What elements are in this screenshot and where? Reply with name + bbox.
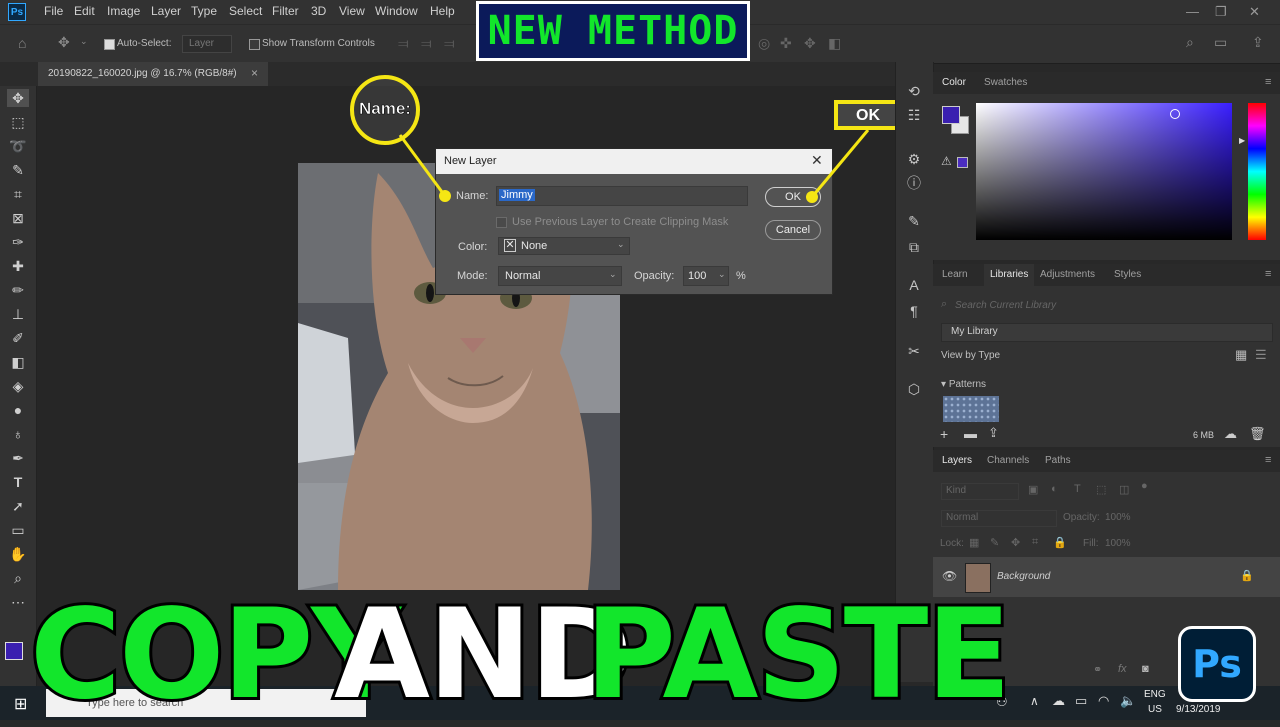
windows-start-icon[interactable]: ⊞: [14, 694, 27, 714]
library-search-input[interactable]: Search Current Library: [955, 300, 1056, 311]
character-panel-icon[interactable]: A: [905, 276, 923, 294]
library-dropdown[interactable]: My Library: [941, 323, 1273, 342]
layer-mask-icon[interactable]: ◙: [1142, 663, 1149, 675]
paragraph-panel-icon[interactable]: ¶: [905, 302, 923, 320]
tab-paths[interactable]: Paths: [1045, 450, 1071, 472]
tab-learn[interactable]: Learn: [942, 264, 968, 286]
brush-settings-icon[interactable]: ⧉: [905, 238, 923, 256]
grid-view-icon[interactable]: ▦: [1235, 347, 1247, 363]
tool-presets-icon[interactable]: ✂: [905, 342, 923, 360]
layer-lock-icon: 🔒: [1240, 570, 1254, 582]
ok-callout-dot: [806, 191, 818, 203]
pattern-thumbnail[interactable]: [943, 396, 999, 422]
cloud-icon[interactable]: ☁: [1224, 426, 1237, 442]
fill-label: Fill:: [1083, 538, 1099, 549]
libraries-panel-tabs: Learn Libraries Adjustments Styles ≡: [933, 264, 1280, 286]
upload-icon[interactable]: ⇪: [988, 425, 999, 441]
lock-position-icon[interactable]: ✥: [1011, 536, 1020, 549]
shape-filter-icon[interactable]: ⬚: [1096, 483, 1106, 496]
lock-transparent-icon[interactable]: ▦: [969, 536, 979, 549]
wifi-icon[interactable]: ◠: [1098, 693, 1109, 709]
layers-panel-tabs: Layers Channels Paths ≡: [933, 450, 1280, 472]
panel-menu-icon[interactable]: ≡: [1265, 76, 1271, 88]
3d-panel-icon[interactable]: ⬡: [905, 380, 923, 398]
filter-toggle-icon[interactable]: ●: [1141, 480, 1148, 492]
language-code[interactable]: ENG: [1144, 689, 1166, 700]
trash-icon[interactable]: 🗑: [1249, 426, 1266, 442]
view-by-type-dropdown[interactable]: View by Type: [941, 350, 1000, 361]
tab-layers[interactable]: Layers: [942, 450, 972, 472]
fill-value[interactable]: 100%: [1105, 538, 1131, 549]
history-panel-icon[interactable]: ⟲: [905, 82, 923, 100]
tab-channels[interactable]: Channels: [987, 450, 1029, 472]
overlay-word-paste: PASTE: [582, 583, 1014, 727]
visibility-eye-icon[interactable]: 👁: [942, 569, 957, 583]
pixel-filter-icon[interactable]: ▣: [1028, 483, 1038, 496]
photoshop-logo: Ps: [1178, 626, 1256, 702]
lock-label: Lock:: [940, 538, 964, 549]
patterns-label-text: Patterns: [948, 379, 987, 390]
lock-artboard-icon[interactable]: ⌗: [1032, 536, 1038, 549]
hue-slider[interactable]: [1248, 103, 1266, 240]
brush-panel-icon[interactable]: ✎: [905, 212, 923, 230]
patterns-label: ▾ Patterns: [941, 379, 987, 390]
type-filter-icon[interactable]: T: [1074, 483, 1081, 495]
info-panel-icon[interactable]: ⓘ: [905, 174, 923, 192]
link-layers-icon[interactable]: ⚭: [1093, 663, 1102, 676]
layers-opacity-label: Opacity:: [1063, 512, 1100, 523]
search-icon: ⌕: [941, 298, 948, 310]
lock-all-icon[interactable]: 🔒: [1053, 536, 1067, 549]
name-callout-circle: Name:: [350, 75, 420, 145]
volume-icon[interactable]: 🔈: [1120, 693, 1136, 709]
tab-libraries[interactable]: Libraries: [984, 264, 1035, 286]
layers-opacity-value[interactable]: 100%: [1105, 512, 1131, 523]
blend-mode-value: Normal: [946, 512, 979, 523]
panel-menu-icon[interactable]: ≡: [1265, 268, 1271, 280]
properties-panel-icon[interactable]: ☷: [905, 106, 923, 124]
color-picker-cursor[interactable]: [1170, 109, 1180, 119]
color-panel-tabs: Color Swatches ≡: [933, 72, 1280, 94]
onedrive-icon[interactable]: ☁: [1052, 693, 1065, 709]
smart-object-filter-icon[interactable]: ◫: [1119, 483, 1129, 496]
battery-icon[interactable]: ▭: [1075, 693, 1087, 709]
foreground-color-swatch[interactable]: [942, 106, 960, 124]
fx-icon[interactable]: fx: [1118, 663, 1127, 675]
name-callout-dot: [439, 190, 451, 202]
ok-callout-box: OK: [834, 100, 904, 130]
panel-menu-icon[interactable]: ≡: [1265, 454, 1271, 466]
blend-mode-dropdown[interactable]: Normal: [941, 510, 1057, 527]
filter-kind: Kind: [946, 485, 967, 496]
new-method-banner: NEW METHOD: [476, 1, 750, 61]
library-name: My Library: [951, 326, 998, 337]
language-region[interactable]: US: [1148, 704, 1162, 715]
tab-color[interactable]: Color: [942, 72, 966, 94]
layer-name: Background: [997, 571, 1051, 582]
name-callout-text: Name:: [359, 99, 411, 119]
tab-styles[interactable]: Styles: [1114, 264, 1141, 286]
tab-adjustments[interactable]: Adjustments: [1040, 264, 1095, 286]
ok-callout-text: OK: [856, 107, 880, 124]
adjustment-filter-icon[interactable]: ◐: [1051, 483, 1058, 495]
add-icon[interactable]: +: [940, 426, 948, 442]
lock-pixels-icon[interactable]: ✎: [990, 536, 999, 549]
list-view-icon[interactable]: ☰: [1255, 347, 1267, 363]
color-panel: Color Swatches ≡ ⚠ ▶: [933, 72, 1280, 260]
layer-filter-dropdown[interactable]: Kind: [941, 483, 1019, 500]
color-field[interactable]: [976, 103, 1232, 240]
libraries-panel: Learn Libraries Adjustments Styles ≡ ⌕ S…: [933, 264, 1280, 447]
taskbar-date[interactable]: 9/13/2019: [1176, 704, 1221, 715]
adjustments-panel-icon[interactable]: ⚙: [905, 150, 923, 168]
web-safe-swatch[interactable]: [957, 157, 968, 168]
tab-swatches[interactable]: Swatches: [984, 72, 1027, 94]
hue-slider-handle-icon[interactable]: ▶: [1239, 136, 1245, 145]
library-size: 6 MB: [1193, 430, 1215, 440]
folder-icon[interactable]: ▬: [964, 426, 977, 441]
show-hidden-icons[interactable]: ∧: [1030, 694, 1039, 708]
gamut-warning-icon: ⚠: [941, 154, 952, 168]
